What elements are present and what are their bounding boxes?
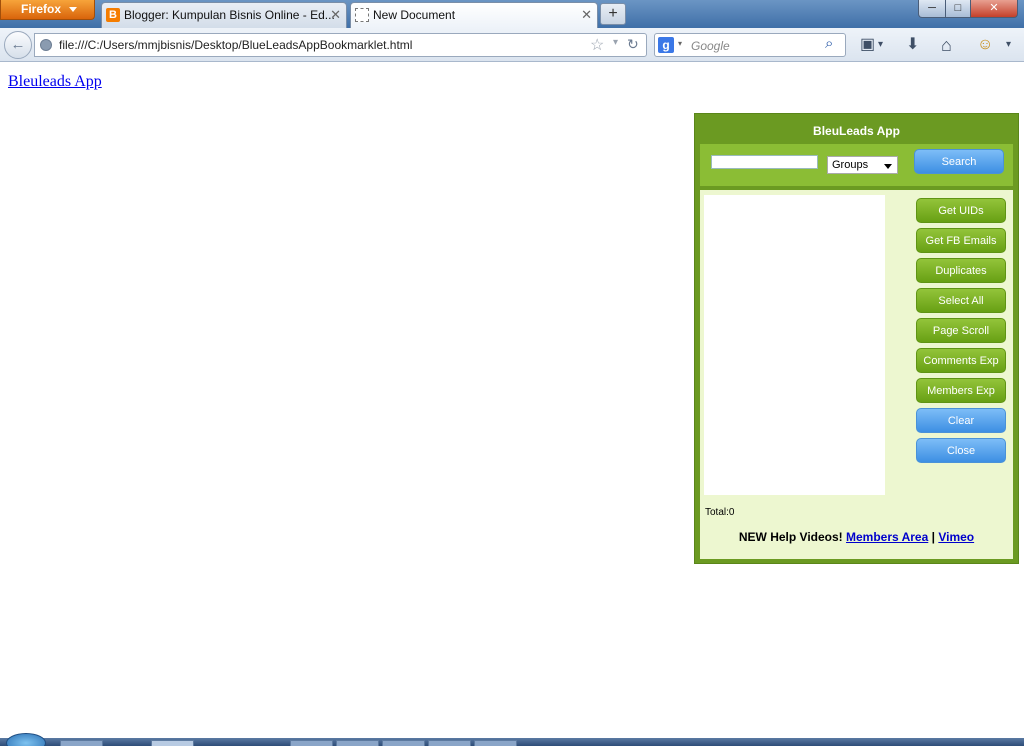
url-bar[interactable]: file:///C:/Users/mmjbisnis/Desktop/BlueL… [34,33,647,57]
vimeo-link[interactable]: Vimeo [938,530,974,544]
maximize-button[interactable]: □ [945,0,971,18]
navigation-bar: ← file:///C:/Users/mmjbisnis/Desktop/Blu… [0,28,1024,62]
help-prefix: NEW Help Videos! [738,530,843,544]
close-tab-icon[interactable]: ✕ [581,3,592,27]
close-window-button[interactable]: ✕ [970,0,1018,18]
taskbar-item[interactable] [60,740,103,746]
search-button[interactable]: Search [914,149,1004,174]
search-strip: Groups Search [700,144,1013,186]
results-list[interactable] [704,195,885,495]
bookmark-star-icon[interactable]: ☆ [590,35,604,55]
bleuleads-app-link[interactable]: Bleuleads App [8,73,102,91]
taskbar-item[interactable] [290,740,333,746]
taskbar-item[interactable] [428,740,471,746]
title-bar: Firefox Blogger: Kumpulan Bisnis Online … [0,0,1024,28]
firefox-menu-label: Firefox [21,2,62,16]
chevron-down-icon [69,7,77,12]
firefox-menu-button[interactable]: Firefox [0,0,95,20]
search-placeholder[interactable]: Google [691,39,730,53]
tab-title: Blogger: Kumpulan Bisnis Online - Ed... [124,8,335,22]
chevron-down-icon[interactable]: ▾ [878,36,883,54]
screen: Firefox Blogger: Kumpulan Bisnis Online … [0,0,1024,746]
taskbar-item[interactable] [474,740,517,746]
tab-title: New Document [373,8,456,22]
taskbar-item[interactable] [151,740,194,746]
document-icon [355,8,369,22]
addon-icon[interactable]: ☺ [977,36,993,54]
members-area-link[interactable]: Members Area [846,530,928,544]
page-scroll-button[interactable]: Page Scroll [916,318,1006,343]
blogger-icon [106,3,120,27]
help-separator: | [931,530,935,544]
close-tab-icon[interactable]: ✕ [330,3,341,27]
chevron-down-icon[interactable]: ▾ [678,39,682,48]
type-select-value: Groups [832,159,869,171]
chevron-down-icon [884,164,892,169]
tab-new-document[interactable]: New Document ✕ [350,2,598,28]
bleuleads-app-panel: BleuLeads App Groups Search Get UIDs Get… [694,113,1019,564]
comments-exp-button[interactable]: Comments Exp [916,348,1006,373]
url-text[interactable]: file:///C:/Users/mmjbisnis/Desktop/BlueL… [59,38,412,52]
search-icon[interactable]: ⌕ [825,35,833,52]
help-line: NEW Help Videos! Members Area | Vimeo [700,530,1013,544]
duplicates-button[interactable]: Duplicates [916,258,1006,283]
bookmarks-icon[interactable]: ▣ [860,36,875,54]
back-button[interactable]: ← [4,31,32,59]
app-body: Get UIDs Get FB Emails Duplicates Select… [700,190,1013,559]
app-title: BleuLeads App [813,124,900,138]
clear-button[interactable]: Clear [916,408,1006,433]
get-uids-button[interactable]: Get UIDs [916,198,1006,223]
taskbar-item[interactable] [336,740,379,746]
search-bar[interactable]: g ▾ Google ⌕ [654,33,846,57]
get-fb-emails-button[interactable]: Get FB Emails [916,228,1006,253]
close-button[interactable]: Close [916,438,1006,463]
minimize-button[interactable]: ─ [918,0,946,18]
taskbar-item[interactable] [382,740,425,746]
new-tab-button[interactable]: + [600,3,626,25]
start-button[interactable] [6,733,46,746]
tab-blogger[interactable]: Blogger: Kumpulan Bisnis Online - Ed... … [101,2,347,28]
members-exp-button[interactable]: Members Exp [916,378,1006,403]
type-select[interactable]: Groups [827,156,898,174]
globe-icon [40,39,52,51]
select-all-button[interactable]: Select All [916,288,1006,313]
home-icon[interactable]: ⌂ [941,36,952,54]
reload-icon[interactable]: ↻ [627,36,639,53]
google-icon[interactable]: g [658,37,674,53]
chevron-down-icon[interactable]: ▾ [1006,36,1011,54]
history-dropmarker-icon[interactable]: ▾ [613,37,618,48]
download-icon[interactable]: ⬇ [906,36,919,54]
search-input[interactable] [711,155,818,169]
total-count: Total:0 [705,507,735,518]
